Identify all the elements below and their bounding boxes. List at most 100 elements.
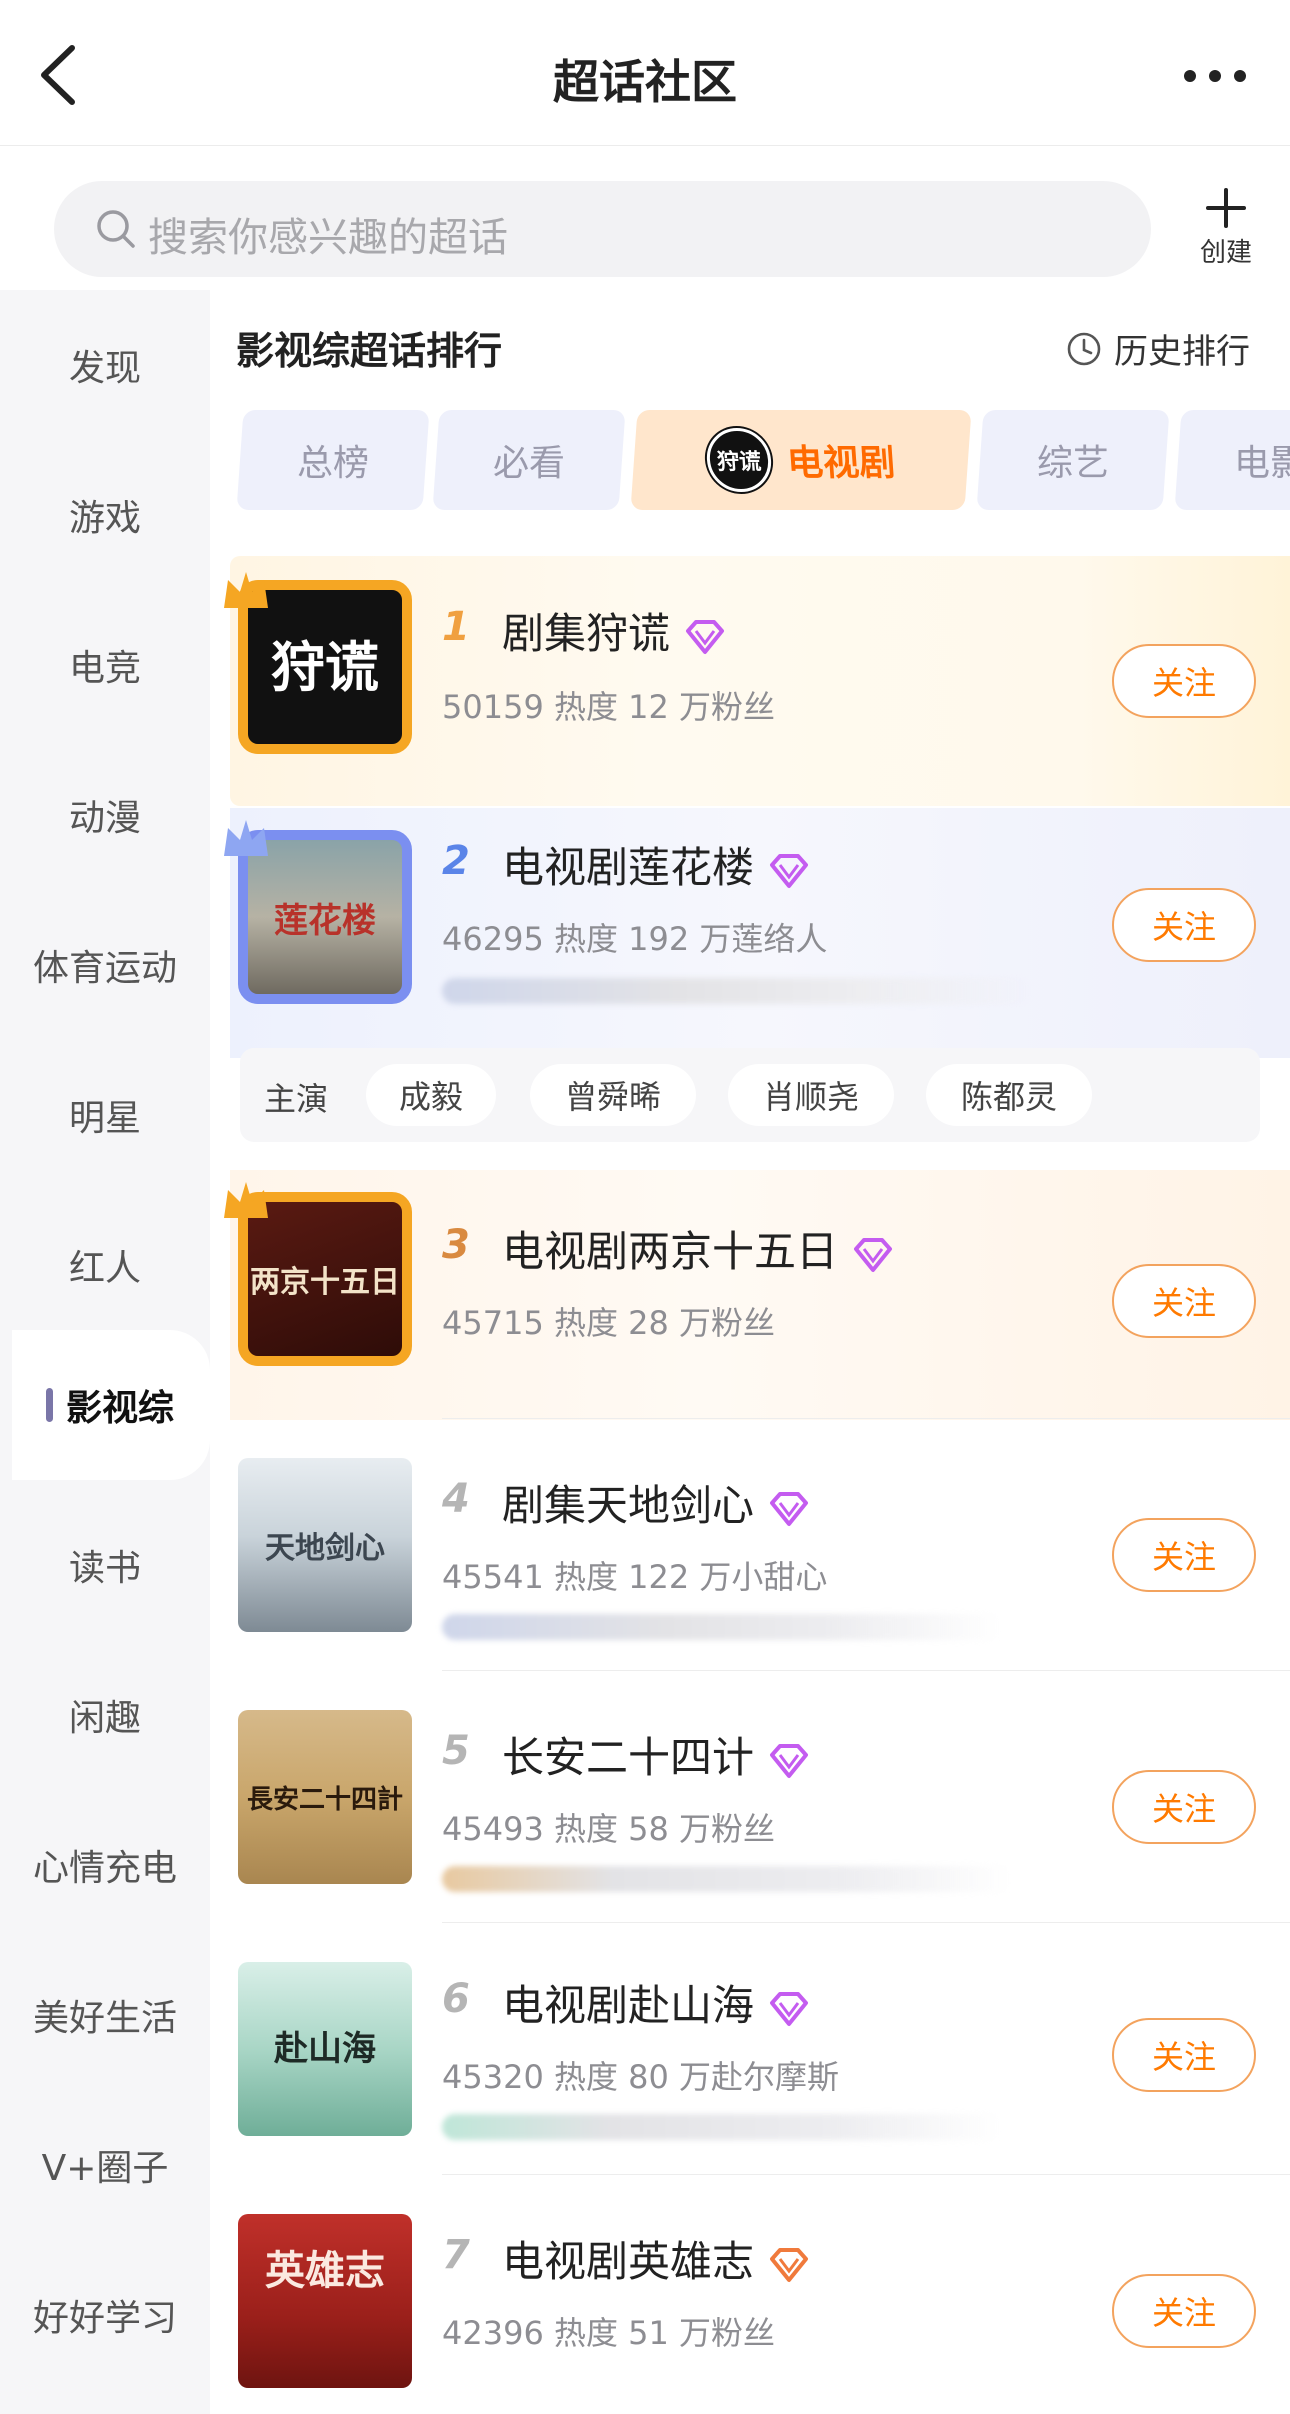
plus-icon (1206, 188, 1246, 228)
sidebar-item-reading[interactable]: 读书 (0, 1490, 210, 1640)
tab-label: 电视剧 (785, 443, 897, 484)
follow-button[interactable]: 关注 (1112, 1770, 1256, 1844)
blurred-preview (442, 1614, 1002, 1640)
poster-image: 赴山海 (238, 1962, 412, 2136)
crown-badge-icon (224, 1182, 268, 1218)
follow-button[interactable]: 关注 (1112, 2018, 1256, 2092)
follow-button[interactable]: 关注 (1112, 888, 1256, 962)
list-item-2[interactable]: 莲花楼 2 电视剧莲花楼 46295 热度 192 万莲络人 关注 (210, 808, 1290, 1058)
sidebar-item-study[interactable]: 好好学习 (0, 2240, 210, 2390)
search-icon (97, 210, 135, 248)
sidebar-item-discover[interactable]: 发现 (0, 290, 210, 440)
sidebar-item-label: 读书 (68, 1548, 141, 1589)
cast-chip[interactable]: 陈都灵 (926, 1064, 1092, 1126)
poster-title: 莲花楼 (274, 901, 376, 941)
poster-image: 天地剑心 (238, 1458, 412, 1632)
blurred-preview (442, 2114, 1002, 2140)
sidebar-item-leisure[interactable]: 闲趣 (0, 1640, 210, 1790)
rank-number: 4 (442, 1476, 470, 1522)
cast-bar: 主演 成毅 曾舜晞 肖顺尧 陈都灵 (240, 1048, 1260, 1142)
topic-name-text: 电视剧莲花楼 (502, 843, 755, 892)
sidebar-item-film-tv-variety[interactable]: 影视综 (12, 1330, 210, 1480)
sidebar-item-anime[interactable]: 动漫 (0, 740, 210, 890)
sidebar-item-mood[interactable]: 心情充电 (0, 1790, 210, 1940)
tab-label: 综艺 (1036, 443, 1109, 484)
topic-stats: 45320 热度 80 万赴尔摩斯 (442, 2058, 840, 2096)
sidebar-item-label: 好好学习 (32, 2298, 177, 2339)
topic-name-text: 电视剧两京十五日 (502, 1227, 839, 1276)
diamond-icon (770, 1743, 809, 1778)
create-button[interactable]: 创建 (1190, 186, 1262, 276)
topic-name-text: 剧集狩谎 (502, 609, 671, 658)
more-options-icon[interactable] (1180, 56, 1250, 96)
sidebar-item-sports[interactable]: 体育运动 (0, 890, 210, 1040)
poster-title: 狩谎 (271, 635, 379, 699)
tab-variety[interactable]: 综艺 (976, 410, 1170, 510)
sidebar-item-games[interactable]: 游戏 (0, 440, 210, 590)
list-item-6[interactable]: 赴山海 6 电视剧赴山海 45320 热度 80 万赴尔摩斯 关注 (210, 1924, 1290, 2174)
row-divider (442, 1418, 1290, 1419)
search-placeholder: 搜索你感兴趣的超话 (148, 215, 508, 261)
sidebar-item-stars[interactable]: 明星 (0, 1040, 210, 1190)
cast-chip[interactable]: 肖顺尧 (728, 1064, 894, 1126)
cast-chip[interactable]: 成毅 (366, 1064, 496, 1126)
history-label: 历史排行 (1114, 332, 1250, 372)
tab-must-watch[interactable]: 必看 (432, 410, 626, 510)
diamond-icon (686, 619, 725, 654)
poster-image: 長安二十四計 (238, 1710, 412, 1884)
sidebar-item-esports[interactable]: 电竞 (0, 590, 210, 740)
topic-stats: 46295 热度 192 万莲络人 (442, 920, 828, 958)
diamond-icon (770, 1491, 809, 1526)
page-title: 超话社区 (553, 55, 737, 109)
poster-title: 两京十五日 (250, 1265, 400, 1300)
cast-label: 主演 (264, 1080, 329, 1118)
diamond-icon (770, 1991, 809, 2026)
rank-number: 1 (442, 604, 470, 650)
list-item-5[interactable]: 長安二十四計 5 长安二十四计 45493 热度 58 万粉丝 关注 (210, 1672, 1290, 1922)
topic-name-text: 电视剧赴山海 (502, 1981, 755, 2030)
clock-icon (1067, 332, 1101, 365)
blurred-preview (442, 978, 1032, 1004)
row-divider (442, 1670, 1290, 1671)
rank-number: 3 (442, 1222, 470, 1268)
tab-label: 电影 (1234, 443, 1290, 484)
sidebar-item-vplus-circle[interactable]: V+圈子 (0, 2090, 210, 2240)
sidebar-item-label: V+圈子 (41, 2148, 169, 2189)
topic-name: 电视剧两京十五日 (502, 1218, 894, 1279)
list-item-1[interactable]: 狩谎 1 剧集狩谎 50159 热度 12 万粉丝 关注 (210, 556, 1290, 806)
diamond-icon (770, 853, 809, 888)
sidebar-item-influencers[interactable]: 红人 (0, 1190, 210, 1340)
history-ranking-link[interactable]: 历史排行 (1066, 324, 1250, 373)
sidebar-item-label: 电竞 (68, 648, 141, 689)
rank-number: 7 (442, 2232, 470, 2278)
crown-badge-icon (224, 820, 268, 856)
poster-title: 天地剑心 (265, 1531, 385, 1566)
sidebar-item-good-life[interactable]: 美好生活 (0, 1940, 210, 2090)
section-title: 影视综超话排行 (236, 329, 503, 373)
row-divider (442, 1922, 1290, 1923)
follow-button[interactable]: 关注 (1112, 644, 1256, 718)
list-item-7[interactable]: 英雄志 7 电视剧英雄志 42396 热度 51 万粉丝 关注 (210, 2176, 1290, 2414)
follow-button[interactable]: 关注 (1112, 1264, 1256, 1338)
tab-movies[interactable]: 电影 (1174, 410, 1290, 510)
blurred-preview (442, 1866, 1012, 1892)
tab-overall[interactable]: 总榜 (236, 410, 430, 510)
topic-stats: 45541 热度 122 万小甜心 (442, 1558, 828, 1596)
topic-name-text: 长安二十四计 (502, 1733, 755, 1782)
sidebar-item-label: 心情充电 (32, 1848, 177, 1889)
category-sidebar: 发现 游戏 电竞 动漫 体育运动 明星 红人 影视综 读书 闲趣 心情充电 美好… (0, 290, 210, 2414)
sidebar-item-label: 闲趣 (68, 1698, 141, 1739)
topic-name-text: 电视剧英雄志 (502, 2237, 755, 2286)
follow-button[interactable]: 关注 (1112, 1518, 1256, 1592)
rank-number: 5 (442, 1728, 470, 1774)
topic-name: 剧集天地剑心 (502, 1472, 810, 1533)
sidebar-item-label: 发现 (68, 348, 141, 389)
rank-number: 6 (442, 1976, 470, 2022)
tab-tv-series[interactable]: 狩谎 电视剧 (630, 410, 972, 510)
topic-stats: 42396 热度 51 万粉丝 (442, 2314, 776, 2352)
follow-button[interactable]: 关注 (1112, 2274, 1256, 2348)
list-item-3[interactable]: 两京十五日 3 电视剧两京十五日 45715 热度 28 万粉丝 关注 (210, 1170, 1290, 1420)
list-item-4[interactable]: 天地剑心 4 剧集天地剑心 45541 热度 122 万小甜心 关注 (210, 1420, 1290, 1670)
cast-chip[interactable]: 曾舜晞 (530, 1064, 696, 1126)
search-input[interactable]: 搜索你感兴趣的超话 (54, 181, 1151, 277)
